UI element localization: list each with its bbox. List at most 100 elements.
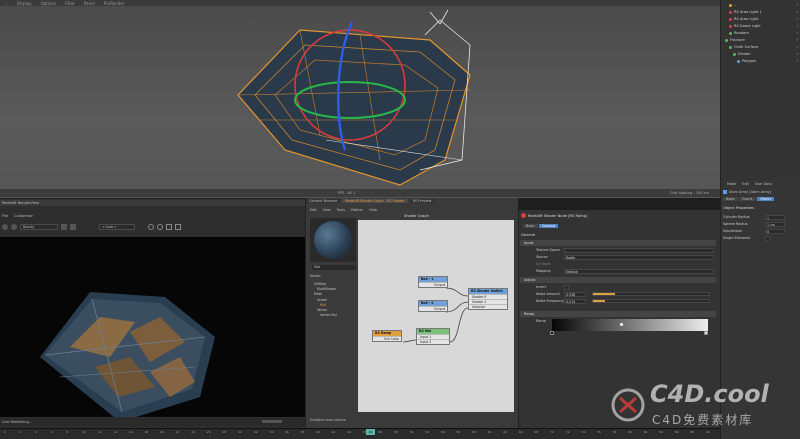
ramp-interp-handle[interactable] — [620, 323, 623, 326]
clock-icon[interactable] — [148, 224, 154, 230]
watermark-subtitle: C4D免费素材库 — [652, 413, 754, 427]
general-header: General — [521, 233, 536, 237]
render-icon[interactable] — [2, 224, 8, 230]
mapping-select[interactable]: Vertical — [564, 268, 714, 274]
source-row: Source Radio — [522, 254, 714, 260]
visibility-check-icon[interactable]: ✓ — [796, 3, 799, 7]
lock-icon[interactable] — [70, 224, 76, 230]
viewport-menu-item[interactable]: ProRender — [104, 1, 125, 6]
camera-icon[interactable] — [61, 224, 67, 230]
noise-amount-slider-fill — [593, 293, 615, 295]
stop-icon[interactable] — [11, 224, 17, 230]
tab-general[interactable]: General — [538, 224, 559, 228]
noise-frequency-slider[interactable] — [592, 299, 710, 303]
object-item[interactable]: Divider ✓ — [721, 51, 800, 57]
adjust-section[interactable]: Adjust — [520, 277, 716, 283]
attr-menu-mode[interactable]: Mode — [727, 182, 736, 186]
viewport-menu-item[interactable]: Display — [17, 1, 32, 6]
attr-menu-edit[interactable]: Edit — [742, 182, 749, 186]
visibility-check-icon[interactable]: ✓ — [796, 10, 799, 14]
ne-menu-edit[interactable]: Edit — [310, 208, 317, 212]
visibility-check-icon[interactable]: ✓ — [796, 31, 799, 35]
zoom-slider[interactable] — [262, 420, 282, 423]
rv-menu-customize[interactable]: Customize — [14, 214, 33, 218]
preview-name-field[interactable]: Mat — [312, 265, 356, 270]
timeline-tick: 14 — [113, 430, 118, 434]
rv-status: Live Rendering... — [0, 418, 305, 426]
beauty-select[interactable]: Beauty — [20, 224, 58, 230]
object-item[interactable]: Random ✓ — [721, 30, 800, 36]
object-item[interactable]: RS Dome Light ✓ — [721, 23, 800, 29]
timeline-tick: 26 — [206, 430, 211, 434]
ramp-knot-right[interactable] — [704, 331, 708, 335]
cylinder-radius-field[interactable]: 1 — [765, 214, 785, 220]
crop-icon[interactable] — [175, 224, 181, 230]
tab-basic[interactable]: Basic — [723, 197, 738, 201]
attr-menu-userdata[interactable]: User Data — [755, 182, 772, 186]
subdivision-field[interactable]: 8 — [765, 228, 785, 234]
ne-menu-help[interactable]: Help — [369, 208, 377, 212]
ne-menu-view[interactable]: View — [323, 208, 331, 212]
render-canvas[interactable] — [0, 237, 305, 417]
object-name: RS Area Light — [734, 17, 759, 21]
aov-select[interactable]: < Auto > — [99, 224, 135, 230]
visibility-check-icon[interactable]: ✓ — [796, 52, 799, 56]
viewport-menu-item[interactable]: ... — [4, 1, 8, 6]
object-type-icon — [729, 3, 732, 7]
visibility-check-icon[interactable]: ✓ — [796, 17, 799, 21]
node-ball-2[interactable]: Ball - 2 Output — [418, 300, 448, 312]
node-rs-mul[interactable]: RS Mul Input 1 Input 2 — [416, 328, 450, 345]
noise-amount-slider[interactable] — [592, 292, 710, 296]
shader-graph-canvas[interactable]: Ball - 1 Output Ball - 2 Output RS Shade… — [358, 220, 514, 412]
rv-menu-file[interactable]: File — [2, 214, 8, 218]
object-item[interactable]: ... ✓ — [721, 2, 800, 8]
tab-coord[interactable]: Coord. — [738, 197, 757, 201]
mapping-row: Mapping Vertical — [522, 268, 714, 274]
timeline-tick: 56 — [440, 430, 445, 434]
invert-checkbox[interactable] — [564, 284, 569, 290]
tab-shader-graph[interactable]: Redshift Shader Graph - RS Shader — [342, 199, 408, 203]
ramp-section[interactable]: Ramp — [520, 311, 716, 317]
sphere-radius-field[interactable]: 1 cm — [765, 221, 785, 227]
tab-basic-shader[interactable]: Basic — [523, 224, 538, 228]
viewport-menu-item[interactable]: Filter — [65, 1, 75, 6]
texture-space-field[interactable] — [564, 247, 714, 253]
current-frame-marker[interactable]: 40 — [366, 429, 375, 435]
viewport-menu-item[interactable]: Panel — [84, 1, 95, 6]
tab-object[interactable]: Object — [757, 197, 775, 201]
ne-menu-tools[interactable]: Tools — [337, 208, 345, 212]
single-elements-checkbox[interactable] — [765, 235, 770, 241]
object-item[interactable]: Cloth Surface ✓ — [721, 44, 800, 50]
node-description: Gradient ramp texture — [310, 418, 346, 422]
node-rs-ramp[interactable]: RS Ramp Out Color — [372, 330, 402, 342]
visibility-check-icon[interactable]: ✓ — [796, 24, 799, 28]
node-rs-shader-switch[interactable]: RS Shader Switch Shader 0 Shader 1 Selec… — [468, 288, 508, 310]
noise-frequency-field[interactable]: 0.214 — [564, 298, 586, 304]
object-item[interactable]: Fracture ✓ — [721, 37, 800, 43]
node-ball-1[interactable]: Ball - 1 Output — [418, 276, 448, 288]
visibility-check-icon[interactable]: ✓ — [796, 59, 799, 63]
timeline-tick: 22 — [175, 430, 180, 434]
tab-content-browser[interactable]: Content Browser — [306, 199, 341, 203]
3d-viewport[interactable]: ... Display Options Filter Panel ProRend… — [0, 0, 720, 198]
object-name: Cloth Surface — [734, 45, 759, 49]
visibility-check-icon[interactable]: ✓ — [796, 38, 799, 42]
viewport-menu-item[interactable]: Options — [41, 1, 56, 6]
object-type-icon — [737, 59, 740, 63]
globe-icon[interactable] — [157, 224, 163, 230]
input-section[interactable]: Input — [520, 240, 716, 246]
ne-menu-pattern[interactable]: Pattern — [351, 208, 363, 212]
ramp-gradient[interactable] — [552, 319, 708, 331]
ramp-knot-left[interactable] — [550, 331, 554, 335]
object-item[interactable]: RS Area Light 1 ✓ — [721, 9, 800, 15]
frame-icon[interactable] — [166, 224, 172, 230]
prop-subdivision: Subdivision 8 — [723, 228, 799, 234]
timeline-tick: 30 — [238, 430, 242, 434]
source-select[interactable]: Radio — [564, 254, 714, 260]
object-item[interactable]: RS Area Light ✓ — [721, 16, 800, 22]
visibility-check-icon[interactable]: ✓ — [796, 45, 799, 49]
object-item[interactable]: Polygon ✓ — [721, 58, 800, 64]
noise-amount-field[interactable]: 0.336 — [564, 291, 586, 297]
tab-rs-preview[interactable]: RS Preview — [409, 199, 435, 203]
tree-item[interactable]: Vector Mul — [314, 313, 359, 318]
